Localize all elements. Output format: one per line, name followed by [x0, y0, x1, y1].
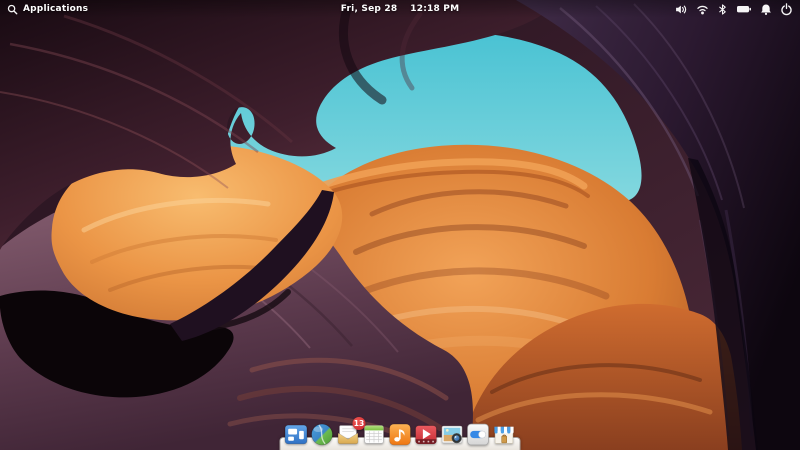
dock-item-appcenter[interactable]: [492, 422, 517, 447]
top-panel: Applications Fri, Sep 28 12:18 PM: [0, 0, 800, 18]
system-settings-icon: [466, 422, 491, 447]
dock-item-system-settings[interactable]: [466, 422, 491, 447]
dock-item-mail[interactable]: 13: [336, 422, 361, 447]
music-icon: [388, 422, 413, 447]
dock-item-music[interactable]: [388, 422, 413, 447]
dock-item-multitasking-view[interactable]: [284, 422, 309, 447]
dock-item-web-browser[interactable]: [310, 422, 335, 447]
power-icon[interactable]: [780, 3, 793, 16]
panel-time: 12:18 PM: [410, 4, 459, 14]
wifi-icon[interactable]: [696, 3, 709, 16]
appcenter-icon: [492, 422, 517, 447]
photos-icon: [440, 422, 465, 447]
web-browser-icon: [310, 422, 335, 447]
datetime-indicator[interactable]: Fri, Sep 28 12:18 PM: [341, 0, 459, 18]
dock-item-photos[interactable]: [440, 422, 465, 447]
search-icon: [7, 4, 18, 15]
applications-menu[interactable]: Applications: [7, 4, 88, 15]
notifications-icon[interactable]: [760, 3, 772, 16]
dock-item-videos[interactable]: [414, 422, 439, 447]
videos-icon: [414, 422, 439, 447]
bluetooth-icon[interactable]: [717, 3, 728, 16]
sound-icon[interactable]: [675, 3, 688, 16]
system-indicators: [675, 3, 793, 16]
battery-icon[interactable]: [736, 3, 752, 15]
panel-date: Fri, Sep 28: [341, 4, 398, 14]
dock-item-calendar[interactable]: [362, 422, 387, 447]
applications-label: Applications: [23, 4, 88, 14]
desktop-wallpaper: [0, 0, 800, 450]
dock: 13: [280, 422, 521, 450]
multitasking-view-icon: [284, 422, 309, 447]
calendar-icon: [362, 422, 387, 447]
